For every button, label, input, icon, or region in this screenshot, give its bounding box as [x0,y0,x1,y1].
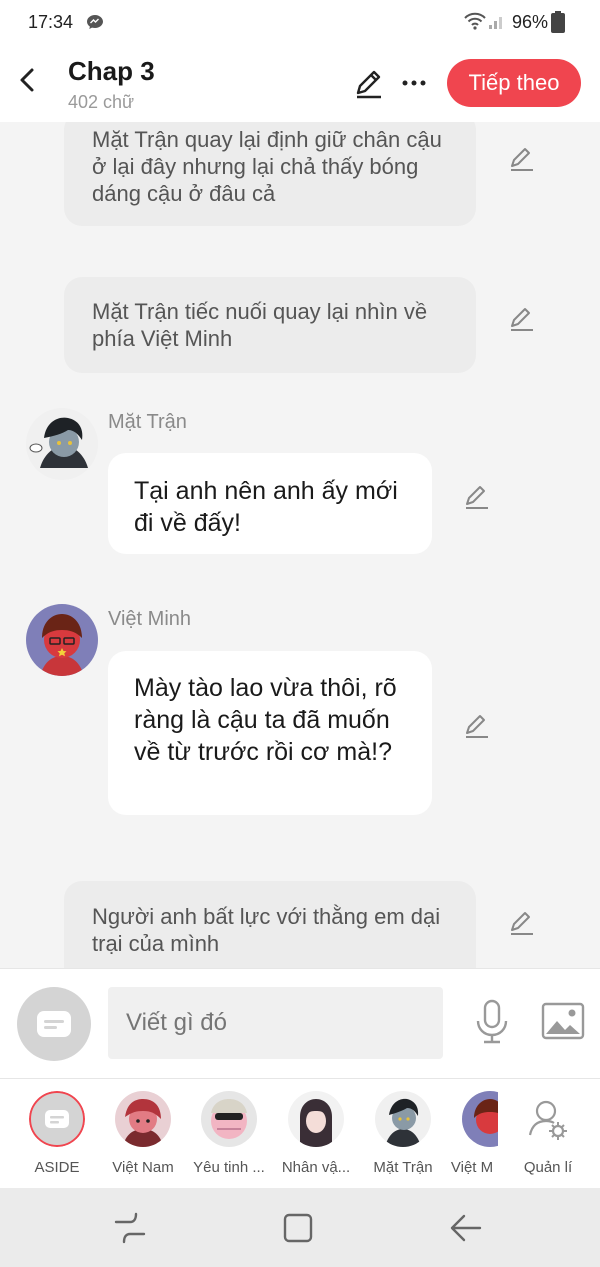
system-nav-bar [0,1188,600,1267]
character-portrait [26,408,98,480]
back-arrow-icon [20,68,34,92]
narration-bubble[interactable]: Mặt Trận tiếc nuối quay lại nhìn về phía… [64,277,476,373]
character-portrait [26,604,98,676]
pencil-icon [356,70,381,99]
aside-avatar [29,1091,85,1147]
status-bar: 17:34 96% [0,0,600,44]
character-selector: ASIDE Việt Nam Yêu tinh ... Nhân vậ... M… [0,1078,600,1188]
editor-header: Chap 3 402 chữ Tiếp theo [0,44,600,122]
battery-percent: 96% [512,12,549,32]
word-count: 402 chữ [68,92,135,112]
battery-icon [551,11,565,38]
message-input[interactable] [108,987,443,1059]
nav-back-arrow-icon [450,1214,482,1242]
character-yeu-tinh[interactable]: Yêu tinh ... [185,1091,273,1176]
narration-bubble[interactable]: Mặt Trận quay lại định giữ chân cậu ở lạ… [64,122,476,226]
character-manager-button[interactable]: Quản lí [504,1091,592,1176]
character-label: ASIDE [34,1159,80,1176]
edit-message-icon[interactable] [462,481,492,511]
character-aside[interactable]: ASIDE [13,1091,101,1176]
edit-message-icon[interactable] [507,303,537,333]
narration-text: Mặt Trận tiếc nuối quay lại nhìn về phía… [92,299,428,351]
narration-bubble[interactable]: Người anh bất lực với thằng em dại trại … [64,881,476,968]
manage-characters-icon [520,1091,576,1147]
edit-message-icon[interactable] [507,143,537,173]
edit-chapter-button[interactable] [352,66,386,100]
messenger-notification-icon [86,14,104,35]
system-back-button[interactable] [446,1208,486,1248]
viet-minh-avatar [462,1091,498,1147]
character-mat-tran[interactable]: Mặt Trận [359,1091,447,1176]
dialogue-bubble[interactable]: Mày tào lao vừa thôi, rõ ràng là cậu ta … [108,651,432,815]
yeu-tinh-avatar [201,1091,257,1147]
character-label: Mặt Trận [373,1159,433,1176]
more-options-button[interactable] [398,66,430,100]
home-button[interactable] [278,1208,318,1248]
back-button[interactable] [12,60,44,100]
signal-icon [488,12,506,35]
status-time: 17:34 [28,12,74,32]
avatar-viet-minh[interactable] [26,604,98,676]
narration-text: Mặt Trận quay lại định giữ chân cậu ở lạ… [92,127,442,206]
mat-tran-avatar [375,1091,431,1147]
aside-toggle-button[interactable] [17,987,91,1061]
character-viet-nam[interactable]: Việt Nam [99,1091,187,1176]
recent-apps-icon [114,1212,146,1244]
recent-apps-button[interactable] [110,1208,150,1248]
character-label: Việt M [450,1159,494,1176]
edit-message-icon[interactable] [462,710,492,740]
narration-text: Người anh bất lực với thằng em dại trại … [92,904,441,956]
avatar-mat-tran[interactable] [26,408,98,480]
home-icon [283,1213,313,1243]
dialogue-text: Tại anh nên anh ấy mới đi về đấy! [134,477,398,537]
image-icon [541,1002,585,1040]
character-nhan-vat[interactable]: Nhân vậ... [272,1091,360,1176]
dialogue-bubble[interactable]: Tại anh nên anh ấy mới đi về đấy! [108,453,432,554]
speaker-name: Mặt Trận [108,411,187,433]
character-label: Quản lí [523,1159,573,1176]
chapter-title: Chap 3 [68,56,155,86]
next-button[interactable]: Tiếp theo [447,59,581,107]
chat-bubble-icon [37,1011,71,1037]
more-dots-icon [402,80,426,86]
viet-nam-avatar [115,1091,171,1147]
wifi-icon [464,12,486,35]
nhan-vat-avatar [288,1091,344,1147]
voice-input-button[interactable] [474,999,510,1045]
story-chat: Mặt Trận quay lại định giữ chân cậu ở lạ… [0,122,600,968]
microphone-icon [476,999,508,1044]
dialogue-text: Mày tào lao vừa thôi, rõ ràng là cậu ta … [134,674,397,766]
character-label: Yêu tinh ... [193,1159,265,1176]
speaker-name: Việt Minh [108,608,192,630]
insert-image-button[interactable] [541,1001,585,1041]
character-label: Việt Nam [112,1159,174,1176]
character-label: Nhân vậ... [281,1159,351,1176]
message-composer [0,968,600,1078]
edit-message-icon[interactable] [507,907,537,937]
character-viet-minh[interactable]: Việt M [446,1091,498,1176]
